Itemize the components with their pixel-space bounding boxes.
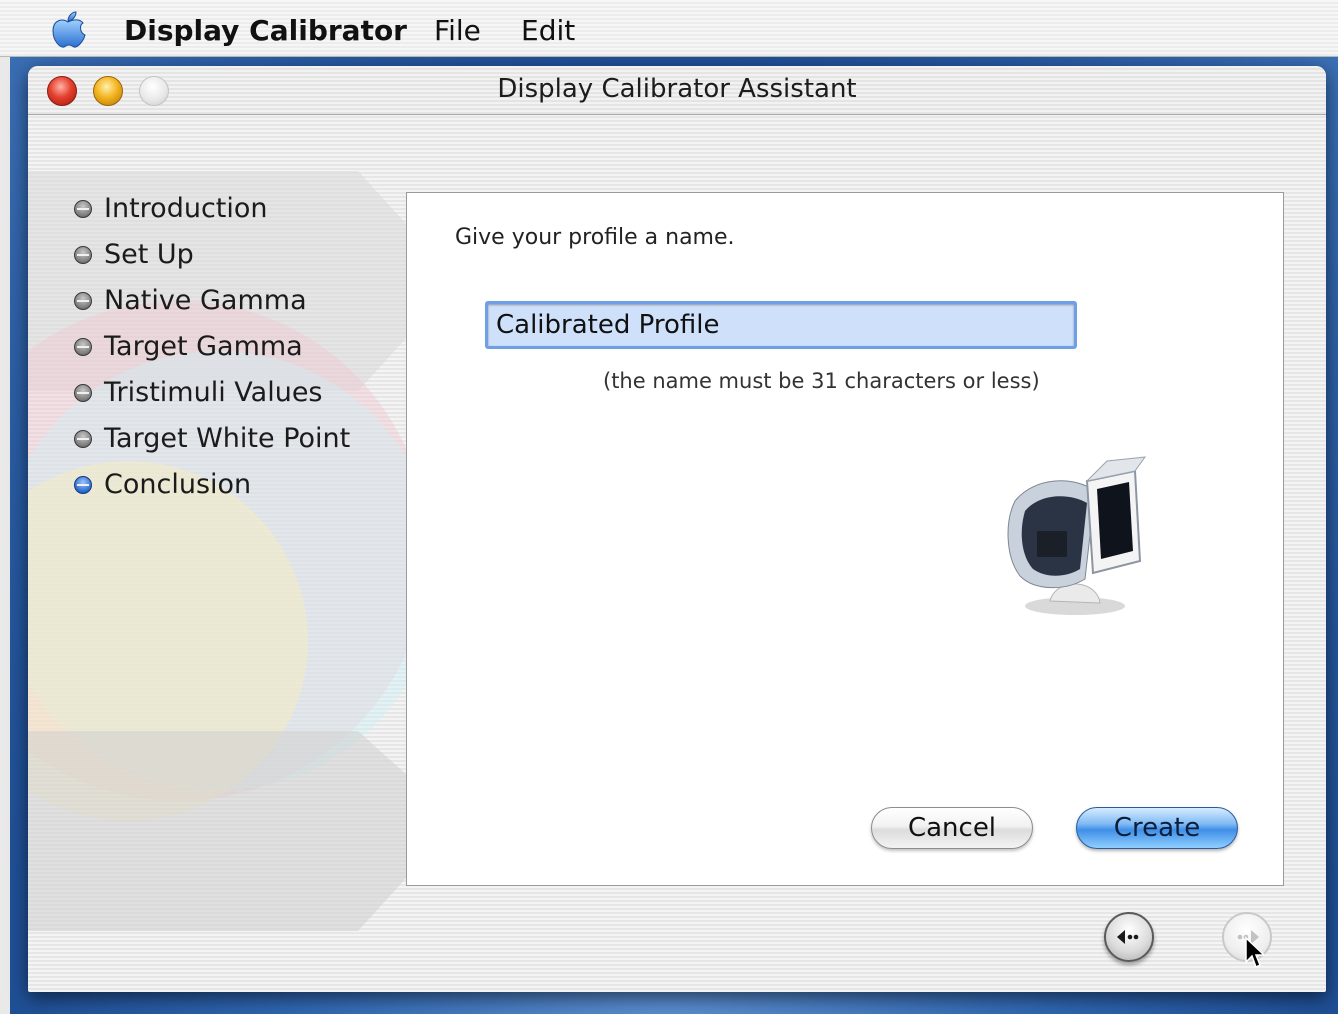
profile-name-input[interactable]	[485, 301, 1077, 349]
desktop-edge	[0, 56, 10, 1014]
step-tristimuli-values: Tristimuli Values	[72, 374, 350, 420]
step-label: Introduction	[104, 193, 268, 224]
step-introduction: Introduction	[72, 190, 350, 236]
step-label: Tristimuli Values	[104, 377, 323, 408]
back-button[interactable]	[1104, 912, 1154, 962]
create-button[interactable]: Create	[1076, 807, 1238, 849]
step-label: Set Up	[104, 239, 194, 270]
step-bullet-icon	[74, 338, 92, 356]
step-bullet-icon	[74, 246, 92, 264]
menu-file[interactable]: File	[434, 14, 481, 47]
step-conclusion: Conclusion	[72, 466, 350, 512]
step-bullet-icon	[74, 384, 92, 402]
step-target-gamma: Target Gamma	[72, 328, 350, 374]
content-panel: Give your profile a name. (the name must…	[406, 192, 1284, 886]
assistant-window: Display Calibrator Assistant Introductio…	[28, 66, 1326, 992]
monitor-illustration-icon	[1007, 456, 1147, 615]
step-label: Native Gamma	[104, 285, 307, 316]
title-bar[interactable]: Display Calibrator Assistant	[28, 66, 1326, 115]
step-native-gamma: Native Gamma	[72, 282, 350, 328]
mouse-pointer-icon	[1245, 936, 1266, 969]
step-label: Target Gamma	[104, 331, 303, 362]
step-target-white-point: Target White Point	[72, 420, 350, 466]
menu-bar: Display Calibrator File Edit	[0, 0, 1338, 57]
window-title: Display Calibrator Assistant	[497, 74, 857, 104]
back-arrow-icon	[1117, 930, 1139, 944]
step-bullet-icon	[74, 430, 92, 448]
app-name-menu[interactable]: Display Calibrator	[124, 14, 407, 47]
current-step-bullet-icon	[74, 476, 92, 494]
step-set-up: Set Up	[72, 236, 350, 282]
step-label: Conclusion	[104, 469, 252, 500]
profile-name-prompt: Give your profile a name.	[455, 225, 735, 250]
menu-edit[interactable]: Edit	[521, 14, 575, 47]
step-label: Target White Point	[104, 423, 351, 454]
name-length-hint: (the name must be 31 characters or less)	[603, 369, 1040, 393]
step-bullet-icon	[74, 200, 92, 218]
step-list: Introduction Set Up Native Gamma Target …	[72, 190, 350, 512]
cancel-button[interactable]: Cancel	[871, 807, 1033, 849]
step-bullet-icon	[74, 292, 92, 310]
apple-menu-icon[interactable]	[48, 10, 88, 50]
